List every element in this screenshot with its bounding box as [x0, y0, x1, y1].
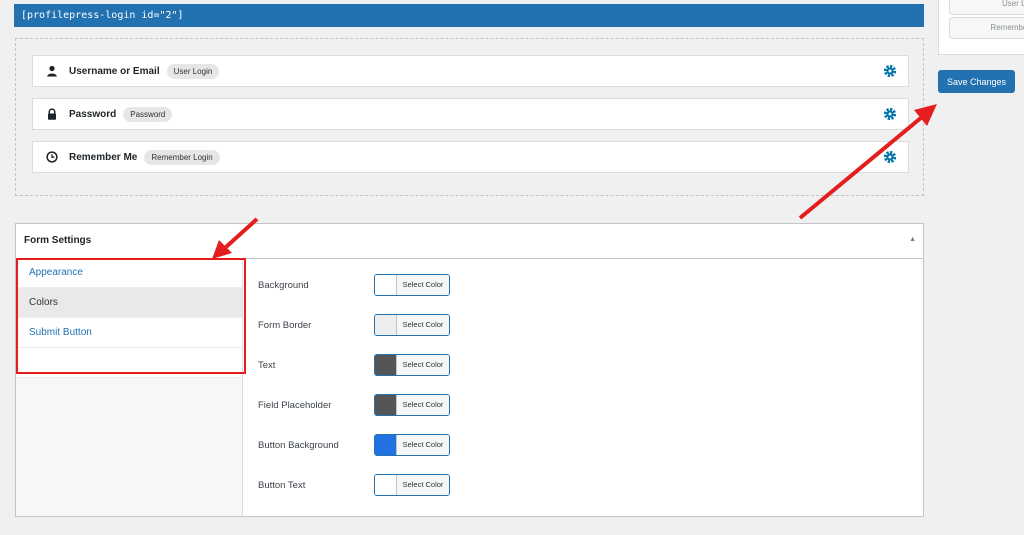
field-label: Password: [69, 108, 117, 120]
select-color-button[interactable]: Select Color: [374, 314, 450, 336]
color-option-button-background: Button Background Select Color: [258, 434, 450, 456]
field-row-password[interactable]: Password Password: [32, 98, 909, 130]
user-icon: [45, 64, 59, 78]
color-option-field-placeholder: Field Placeholder Select Color: [258, 394, 450, 416]
color-swatch: [375, 275, 397, 295]
field-badge: Remember Login: [144, 149, 220, 165]
color-label: Background: [258, 279, 309, 291]
side-input-user-login[interactable]: User Lo: [949, 0, 1024, 15]
gear-icon[interactable]: [883, 107, 897, 121]
select-color-label: Select Color: [397, 475, 449, 495]
select-color-button[interactable]: Select Color: [374, 394, 450, 416]
side-input-remember[interactable]: Remember: [949, 17, 1024, 39]
shortcode-bar[interactable]: [profilepress-login id="2"]: [14, 4, 924, 27]
color-label: Field Placeholder: [258, 399, 332, 411]
field-badge: Password: [123, 106, 173, 122]
field-label: Username or Email: [69, 65, 160, 77]
side-panel: User Lo Remember: [938, 0, 1024, 55]
color-option-button-text: Button Text Select Color: [258, 474, 450, 496]
select-color-label: Select Color: [397, 395, 449, 415]
color-label: Text: [258, 359, 276, 371]
gear-icon[interactable]: [883, 64, 897, 78]
clock-icon: [45, 150, 59, 164]
collapse-arrow-icon[interactable]: ▲: [909, 236, 916, 243]
color-option-form-border: Form Border Select Color: [258, 314, 450, 336]
form-builder-area: Username or Email User Login Password Pa…: [15, 38, 924, 196]
color-label: Form Border: [258, 319, 312, 331]
select-color-button[interactable]: Select Color: [374, 474, 450, 496]
save-changes-button[interactable]: Save Changes: [938, 70, 1015, 93]
color-swatch: [375, 355, 397, 375]
field-badge: User Login: [166, 63, 220, 79]
form-settings-header[interactable]: Form Settings ▲: [16, 224, 923, 259]
color-option-background: Background Select Color: [258, 274, 450, 296]
color-swatch: [375, 315, 397, 335]
color-label: Button Text: [258, 479, 306, 491]
color-option-text: Text Select Color: [258, 354, 450, 376]
select-color-label: Select Color: [397, 275, 449, 295]
select-color-button[interactable]: Select Color: [374, 274, 450, 296]
field-row-username[interactable]: Username or Email User Login: [32, 55, 909, 87]
color-swatch: [375, 395, 397, 415]
color-swatch: [375, 475, 397, 495]
lock-icon: [45, 107, 59, 121]
select-color-button[interactable]: Select Color: [374, 434, 450, 456]
select-color-button[interactable]: Select Color: [374, 354, 450, 376]
select-color-label: Select Color: [397, 355, 449, 375]
gear-icon[interactable]: [883, 150, 897, 164]
annotation-highlight-box: [16, 258, 246, 374]
color-label: Button Background: [258, 439, 339, 451]
form-settings-title: Form Settings: [24, 235, 92, 246]
select-color-label: Select Color: [397, 315, 449, 335]
field-row-remember-me[interactable]: Remember Me Remember Login: [32, 141, 909, 173]
field-label: Remember Me: [69, 151, 138, 163]
color-swatch: [375, 435, 397, 455]
select-color-label: Select Color: [397, 435, 449, 455]
